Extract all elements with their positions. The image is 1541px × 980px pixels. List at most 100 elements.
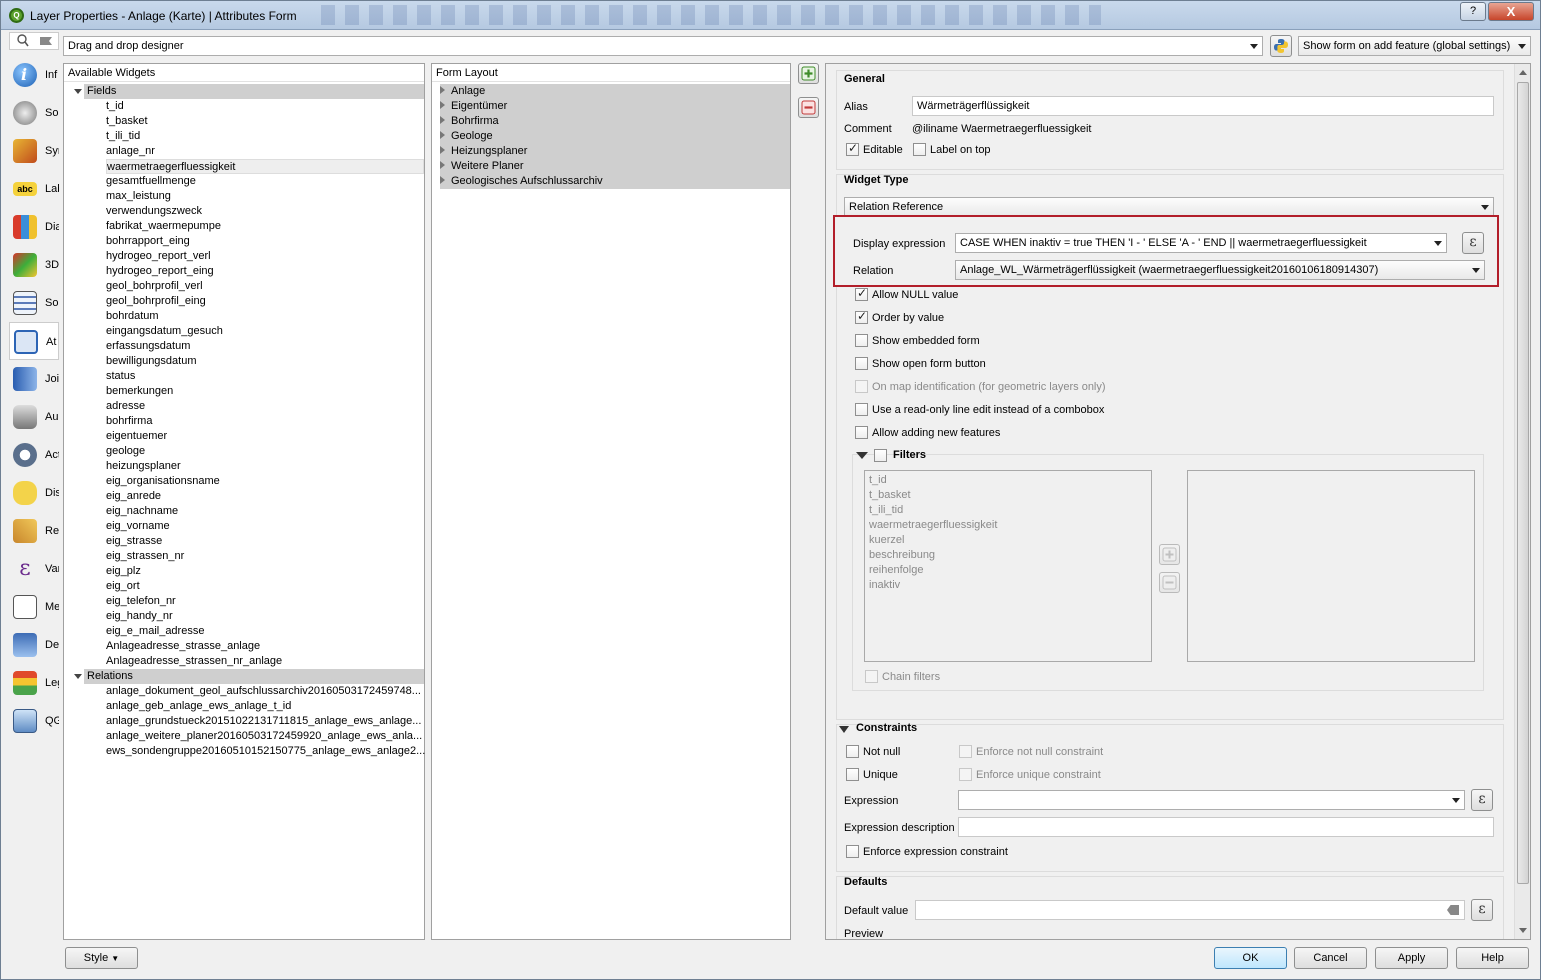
default-value-builder-button[interactable]: ε [1471,899,1493,921]
enforce-expression-checkbox[interactable] [846,845,859,858]
field-item[interactable]: eig_organisationsname [106,474,424,489]
field-item[interactable]: geologe [106,444,424,459]
fields-group[interactable]: Fields [74,84,424,99]
display-expression-builder-button[interactable]: ε [1462,232,1484,254]
sidebar-item-display[interactable]: Dis [9,474,59,512]
field-item[interactable]: heizungsplaner [106,459,424,474]
sidebar-item-joins[interactable]: Joi [9,360,59,398]
scrollbar-thumb[interactable] [1517,82,1529,884]
sidebar-item-actions[interactable]: Act [9,436,59,474]
add-filter-button[interactable] [1159,544,1180,565]
expand-icon[interactable] [74,674,82,679]
field-item[interactable]: anlage_nr [106,144,424,159]
sidebar-item-dependencies[interactable]: De [9,626,59,664]
field-item[interactable]: bemerkungen [106,384,424,399]
alias-field[interactable]: Wärmeträgerflüssigkeit [912,96,1494,116]
field-item[interactable]: t_id [106,99,424,114]
filter-field-item[interactable]: t_basket [869,489,911,501]
field-item[interactable]: fabrikat_waermepumpe [106,219,424,234]
expand-icon[interactable] [440,176,445,184]
not-null-checkbox[interactable] [846,745,859,758]
scroll-down-icon[interactable] [1519,928,1527,933]
sidebar-item-qgis-server[interactable]: QG [9,702,59,740]
field-item[interactable]: eig_anrede [106,489,424,504]
filter-field-item[interactable]: inaktiv [869,579,900,591]
filter-field-item[interactable]: reihenfolge [869,564,923,576]
filter-field-item[interactable]: t_ili_tid [869,504,903,516]
field-item[interactable]: eig_vorname [106,519,424,534]
order-by-value-checkbox[interactable] [855,309,868,324]
field-item[interactable]: bewilligungsdatum [106,354,424,369]
relation-select[interactable]: Anlage_WL_Wärmeträgerflüssigkeit (waerme… [955,260,1485,280]
remove-item-button[interactable] [798,97,819,118]
selected-filter-fields-list[interactable] [1187,470,1475,662]
help-window-button[interactable]: ? [1460,2,1486,21]
field-item[interactable]: eig_strassen_nr [106,549,424,564]
remove-filter-button[interactable] [1159,572,1180,593]
field-item[interactable]: verwendungszweck [106,204,424,219]
sidebar-item-source[interactable]: Sou [9,94,59,132]
ok-button[interactable]: OK [1214,947,1287,969]
field-item[interactable]: adresse [106,399,424,414]
expand-icon[interactable] [440,101,445,109]
field-item[interactable]: gesamtfuellmenge [106,174,424,189]
form-layout-tab[interactable]: Geologe [440,129,790,144]
default-value-field[interactable] [915,900,1465,920]
constraints-collapse-icon[interactable] [839,726,849,733]
expand-icon[interactable] [440,161,445,169]
field-item[interactable]: Anlageadresse_strassen_nr_anlage [106,654,424,669]
relation-item[interactable]: anlage_weitere_planer20160503172459920_a… [106,729,424,744]
close-window-button[interactable]: X [1488,2,1534,21]
field-item[interactable]: eig_nachname [106,504,424,519]
sidebar-item-3d-view[interactable]: 3D [9,246,59,284]
expand-icon[interactable] [440,146,445,154]
filter-field-item[interactable]: t_id [869,474,887,486]
show-embedded-form-checkbox[interactable] [855,334,868,347]
label-on-top-checkbox[interactable] [913,143,926,156]
apply-button[interactable]: Apply [1375,947,1448,969]
sidebar-item-metadata[interactable]: Me [9,588,59,626]
field-item[interactable]: erfassungsdatum [106,339,424,354]
field-item[interactable]: geol_bohrprofil_verl [106,279,424,294]
read-only-line-edit-checkbox[interactable] [855,403,868,416]
field-item[interactable]: t_basket [106,114,424,129]
cancel-button[interactable]: Cancel [1294,947,1367,969]
display-expression-field[interactable]: CASE WHEN inaktiv = true THEN 'I - ' ELS… [955,233,1447,253]
show-open-form-checkbox[interactable] [855,357,868,370]
filter-field-item[interactable]: kuerzel [869,534,904,546]
form-layout-tab[interactable]: Eigentümer [440,99,790,114]
clear-icon[interactable] [1447,905,1459,915]
editable-checkbox[interactable] [846,141,859,156]
expression-description-field[interactable] [958,817,1494,837]
sidebar-item-diagrams[interactable]: Dia [9,208,59,246]
field-item[interactable]: bohrrapport_eing [106,234,424,249]
widget-type-select[interactable]: Relation Reference [844,197,1494,217]
field-item[interactable]: eingangsdatum_gesuch [106,324,424,339]
field-item[interactable]: status [106,369,424,384]
designer-mode-select[interactable]: Drag and drop designer [63,36,1263,56]
sidebar-item-information[interactable]: i Inf [9,56,59,94]
unique-checkbox[interactable] [846,768,859,781]
allow-adding-checkbox[interactable] [855,426,868,439]
sidebar-item-labels[interactable]: abcLab [9,170,59,208]
expand-icon[interactable] [74,89,82,94]
sidebar-search-input[interactable] [9,32,59,50]
available-filter-fields-list[interactable]: t_id t_basket t_ili_tid waermetraegerfluess… [864,470,1152,662]
vertical-scrollbar[interactable] [1514,64,1530,939]
sidebar-item-rendering[interactable]: Re [9,512,59,550]
field-item[interactable]: hydrogeo_report_eing [106,264,424,279]
field-item[interactable]: t_ili_tid [106,129,424,144]
python-init-button[interactable] [1270,35,1292,57]
relation-item[interactable]: ews_sondengruppe20160510152150775_anlage… [106,744,425,759]
filters-checkbox[interactable] [874,449,887,462]
sidebar-item-variables[interactable]: εVar [9,550,59,588]
scroll-up-icon[interactable] [1519,70,1527,75]
add-container-button[interactable] [798,63,819,84]
field-item[interactable]: bohrdatum [106,309,424,324]
filters-collapse-icon[interactable] [856,452,868,459]
relation-item[interactable]: anlage_geb_anlage_ews_anlage_t_id [106,699,424,714]
expand-icon[interactable] [440,131,445,139]
field-item[interactable]: waermetraegerfluessigkeit [106,159,424,174]
form-layout-tab[interactable]: Weitere Planer [440,159,790,174]
allow-null-checkbox[interactable] [855,286,868,301]
